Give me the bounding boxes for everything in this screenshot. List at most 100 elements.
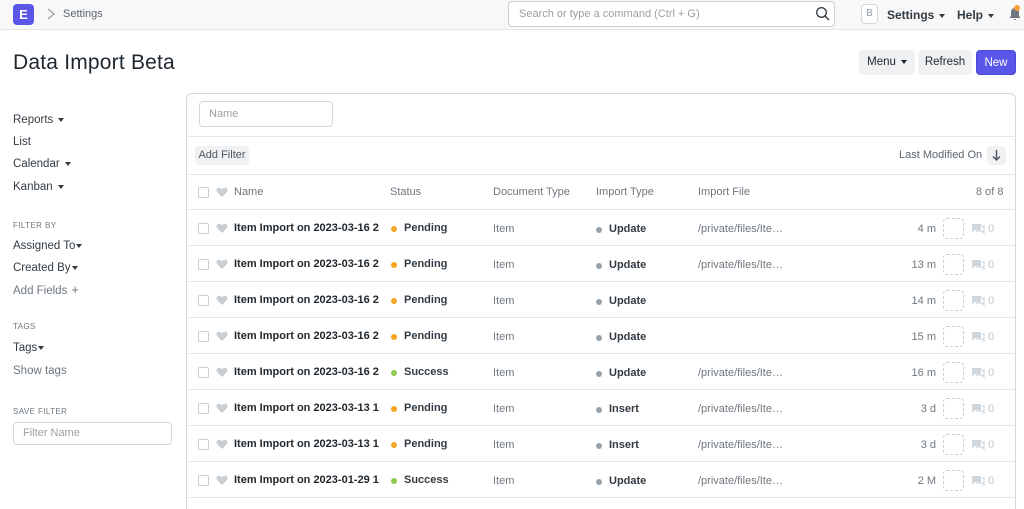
modified-time: 15 m (911, 331, 936, 343)
assign-avatar-placeholder[interactable] (943, 326, 964, 347)
assigned-to-filter[interactable]: Assigned To (13, 240, 83, 252)
sidebar-item-reports[interactable]: Reports (13, 114, 65, 126)
assign-avatar-placeholder[interactable] (943, 254, 964, 275)
import-file-value: /private/files/Ite… (698, 223, 783, 235)
row-checkbox[interactable] (198, 223, 209, 234)
row-name-link[interactable]: Item Import on 2023-03-16 2 (234, 330, 382, 342)
import-type-badge[interactable]: Update (609, 367, 646, 379)
status-badge[interactable]: Pending (404, 330, 447, 342)
import-type-badge[interactable]: Insert (609, 439, 639, 451)
caret-down-icon (38, 345, 45, 350)
import-file-value: /private/files/Ite… (698, 259, 783, 271)
sort-order-button[interactable] (987, 146, 1006, 165)
row-name-link[interactable]: Item Import on 2023-03-13 1 (234, 402, 382, 414)
heart-icon[interactable] (216, 223, 228, 234)
assign-avatar-placeholder[interactable] (943, 470, 964, 491)
select-all-checkbox[interactable] (198, 187, 209, 198)
heart-icon[interactable] (216, 295, 228, 306)
add-filter-button[interactable]: Add Filter (195, 146, 249, 165)
sidebar-item-kanban[interactable]: Kanban (13, 181, 64, 193)
assign-avatar-placeholder[interactable] (943, 434, 964, 455)
table-row[interactable]: Item Import on 2023-01-29 1 Success Item Up… (187, 462, 1016, 498)
row-checkbox[interactable] (198, 331, 209, 342)
table-row[interactable]: Item Import on 2023-03-16 2 Pending Item Up… (187, 318, 1016, 354)
refresh-button[interactable]: Refresh (918, 50, 972, 75)
status-badge[interactable]: Pending (404, 258, 447, 270)
row-checkbox[interactable] (198, 403, 209, 414)
menu-button[interactable]: Menu (859, 50, 915, 75)
column-header-status: Status (390, 186, 422, 198)
assign-avatar-placeholder[interactable] (943, 398, 964, 419)
save-filter-heading: SAVE FILTER (13, 407, 68, 416)
import-type-badge[interactable]: Update (609, 223, 646, 235)
table-row[interactable]: Item Import on 2023-03-13 1 Pending Item In… (187, 390, 1016, 426)
sidebar-item-label: Add Fields (13, 285, 68, 297)
caret-down-icon (71, 265, 78, 270)
avatar[interactable]: B (861, 4, 878, 24)
status-indicator-dot (391, 226, 397, 232)
heart-icon[interactable] (216, 331, 228, 342)
comment-count: 0 (988, 367, 995, 379)
heart-icon[interactable] (216, 259, 228, 270)
status-badge[interactable]: Success (404, 366, 449, 378)
modified-time: 3 d (920, 439, 936, 451)
table-row[interactable]: Item Import on 2023-03-16 2 Pending Item Up… (187, 246, 1016, 282)
heart-icon[interactable] (216, 439, 228, 450)
assign-avatar-placeholder[interactable] (943, 362, 964, 383)
table-row[interactable]: Item Import on 2023-03-16 2 Success Item Up… (187, 354, 1016, 390)
import-type-badge[interactable]: Update (609, 475, 646, 487)
import-type-badge[interactable]: Update (609, 259, 646, 271)
status-badge[interactable]: Pending (404, 402, 447, 414)
row-name-link[interactable]: Item Import on 2023-03-16 2 (234, 366, 382, 378)
sidebar-item-calendar[interactable]: Calendar (13, 158, 71, 170)
status-indicator-dot (391, 298, 397, 304)
status-badge[interactable]: Success (404, 474, 449, 486)
name-filter-input[interactable]: Name (199, 101, 333, 127)
import-type-indicator-dot (596, 299, 602, 305)
search-input[interactable]: Search or type a command (Ctrl + G) (519, 8, 700, 20)
row-checkbox[interactable] (198, 259, 209, 270)
table-row[interactable]: Item Import on 2023-03-16 2 Pending Item Up… (187, 210, 1016, 246)
import-type-badge[interactable]: Update (609, 295, 646, 307)
heart-icon[interactable] (216, 367, 228, 378)
row-checkbox[interactable] (198, 439, 209, 450)
import-type-badge[interactable]: Insert (609, 403, 639, 415)
table-row[interactable]: Item Import on 2023-03-16 2 Pending Item Up… (187, 282, 1016, 318)
heart-icon[interactable] (216, 187, 228, 198)
tags-filter[interactable]: Tags (13, 342, 45, 354)
add-fields-button[interactable]: Add Fields + (13, 282, 79, 297)
settings-dropdown[interactable]: Settings (887, 8, 946, 22)
table-row[interactable]: Item Import on 2023-03-13 1 Pending Item In… (187, 426, 1016, 462)
row-checkbox[interactable] (198, 475, 209, 486)
row-checkbox[interactable] (198, 295, 209, 306)
caret-down-icon (57, 184, 64, 189)
row-checkbox[interactable] (198, 367, 209, 378)
assign-avatar-placeholder[interactable] (943, 290, 964, 311)
row-name-link[interactable]: Item Import on 2023-03-16 2 (234, 294, 382, 306)
import-type-badge[interactable]: Update (609, 331, 646, 343)
column-header-import-type: Import Type (596, 186, 654, 198)
sort-selector[interactable]: Last Modified On (899, 149, 982, 161)
created-by-filter[interactable]: Created By (13, 262, 78, 274)
heart-icon[interactable] (216, 403, 228, 414)
status-badge[interactable]: Pending (404, 222, 447, 234)
status-badge[interactable]: Pending (404, 294, 447, 306)
search-bar[interactable]: Search or type a command (Ctrl + G) (508, 1, 835, 27)
row-name-link[interactable]: Item Import on 2023-03-16 2 (234, 222, 382, 234)
row-name-link[interactable]: Item Import on 2023-03-16 2 (234, 258, 382, 270)
heart-icon[interactable] (216, 475, 228, 486)
search-icon[interactable] (815, 6, 831, 22)
app-logo[interactable]: E (13, 4, 34, 25)
document-type-value: Item (493, 259, 515, 271)
assign-avatar-placeholder[interactable] (943, 218, 964, 239)
breadcrumb-settings[interactable]: Settings (63, 8, 103, 20)
filter-name-input[interactable]: Filter Name (13, 422, 172, 445)
column-header-document-type: Document Type (493, 186, 570, 198)
show-tags-link[interactable]: Show tags (13, 365, 67, 377)
help-dropdown[interactable]: Help (957, 8, 995, 22)
sidebar-item-list[interactable]: List (13, 136, 31, 148)
row-name-link[interactable]: Item Import on 2023-01-29 1 (234, 474, 382, 486)
status-badge[interactable]: Pending (404, 438, 447, 450)
row-name-link[interactable]: Item Import on 2023-03-13 1 (234, 438, 382, 450)
new-button[interactable]: New (976, 50, 1016, 75)
